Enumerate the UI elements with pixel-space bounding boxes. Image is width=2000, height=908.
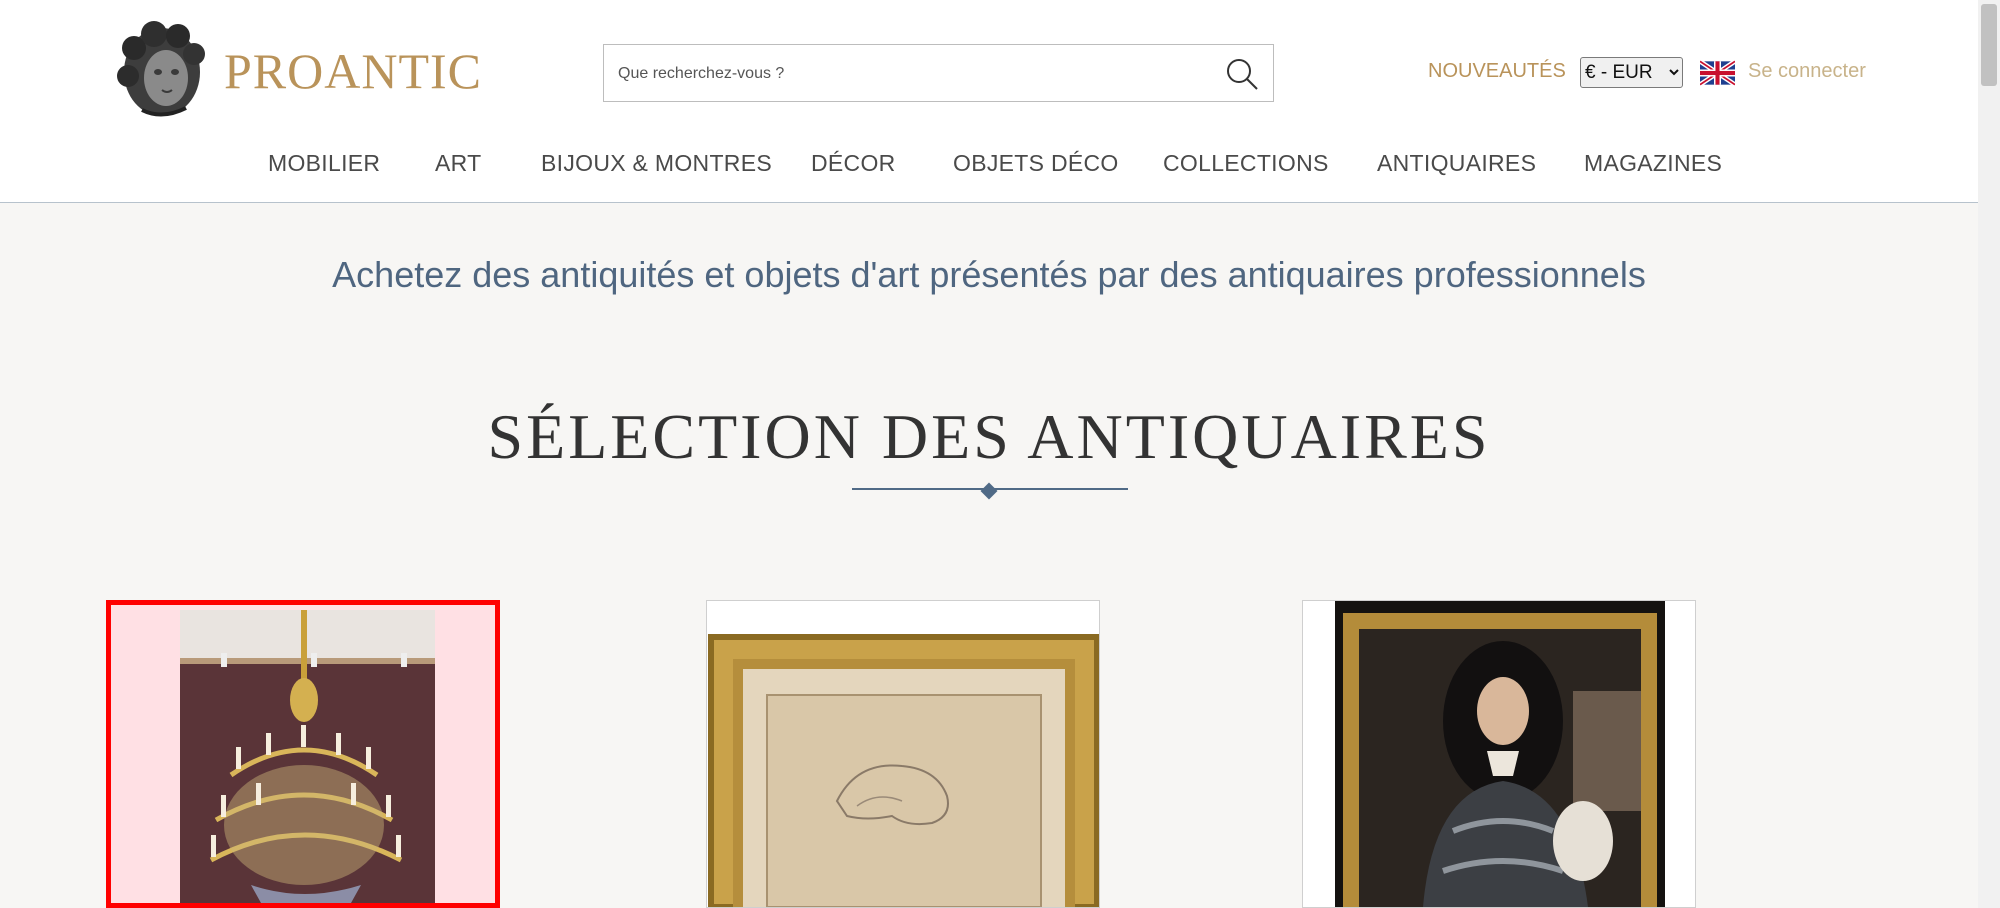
main-nav: MOBILIER ART BIJOUX & MONTRES DÉCOR OBJE… [0, 146, 1978, 186]
tagline: Achetez des antiquités et objets d'art p… [332, 254, 1646, 295]
product-card-portrait[interactable] [1302, 600, 1696, 908]
title-divider-ornament [980, 482, 998, 500]
search-input[interactable] [616, 45, 1210, 103]
nav-item-collections[interactable]: COLLECTIONS [1163, 150, 1329, 177]
chandelier-photo[interactable] [111, 605, 495, 903]
nav-item-decor[interactable]: DÉCOR [811, 150, 896, 177]
portrait-in-armor-photo[interactable] [1303, 601, 1696, 907]
uk-flag-icon[interactable] [1700, 60, 1735, 86]
logo[interactable]: PROANTIC [112, 20, 482, 122]
nav-item-objets-deco[interactable]: OBJETS DÉCO [953, 150, 1119, 177]
site-header: PROANTIC NOUVEAUTÉS € - EUR Se connecter… [0, 0, 1978, 203]
scrollbar-track[interactable] [1978, 0, 2000, 908]
nav-item-bijoux-montres[interactable]: BIJOUX & MONTRES [541, 150, 772, 177]
login-link[interactable]: Se connecter [1748, 60, 1866, 83]
framed-drawing-photo[interactable] [707, 601, 1100, 907]
search-icon[interactable] [1225, 57, 1259, 91]
scrollbar-thumb[interactable] [1981, 4, 1997, 86]
section-title: SÉLECTION DES ANTIQUAIRES [487, 401, 1491, 472]
product-card-drawing[interactable] [706, 600, 1100, 908]
nav-item-magazines[interactable]: MAGAZINES [1584, 150, 1722, 177]
nav-item-antiquaires[interactable]: ANTIQUAIRES [1377, 150, 1536, 177]
new-arrivals-link[interactable]: NOUVEAUTÉS [1428, 60, 1566, 83]
cherub-head-logo-icon [117, 21, 205, 117]
brand-name[interactable]: PROANTIC [224, 42, 482, 100]
product-card-chandelier[interactable] [106, 600, 500, 908]
currency-select[interactable]: € - EUR [1580, 57, 1683, 88]
nav-item-art[interactable]: ART [435, 150, 482, 177]
search-box[interactable] [603, 44, 1274, 103]
nav-item-mobilier[interactable]: MOBILIER [268, 150, 380, 177]
